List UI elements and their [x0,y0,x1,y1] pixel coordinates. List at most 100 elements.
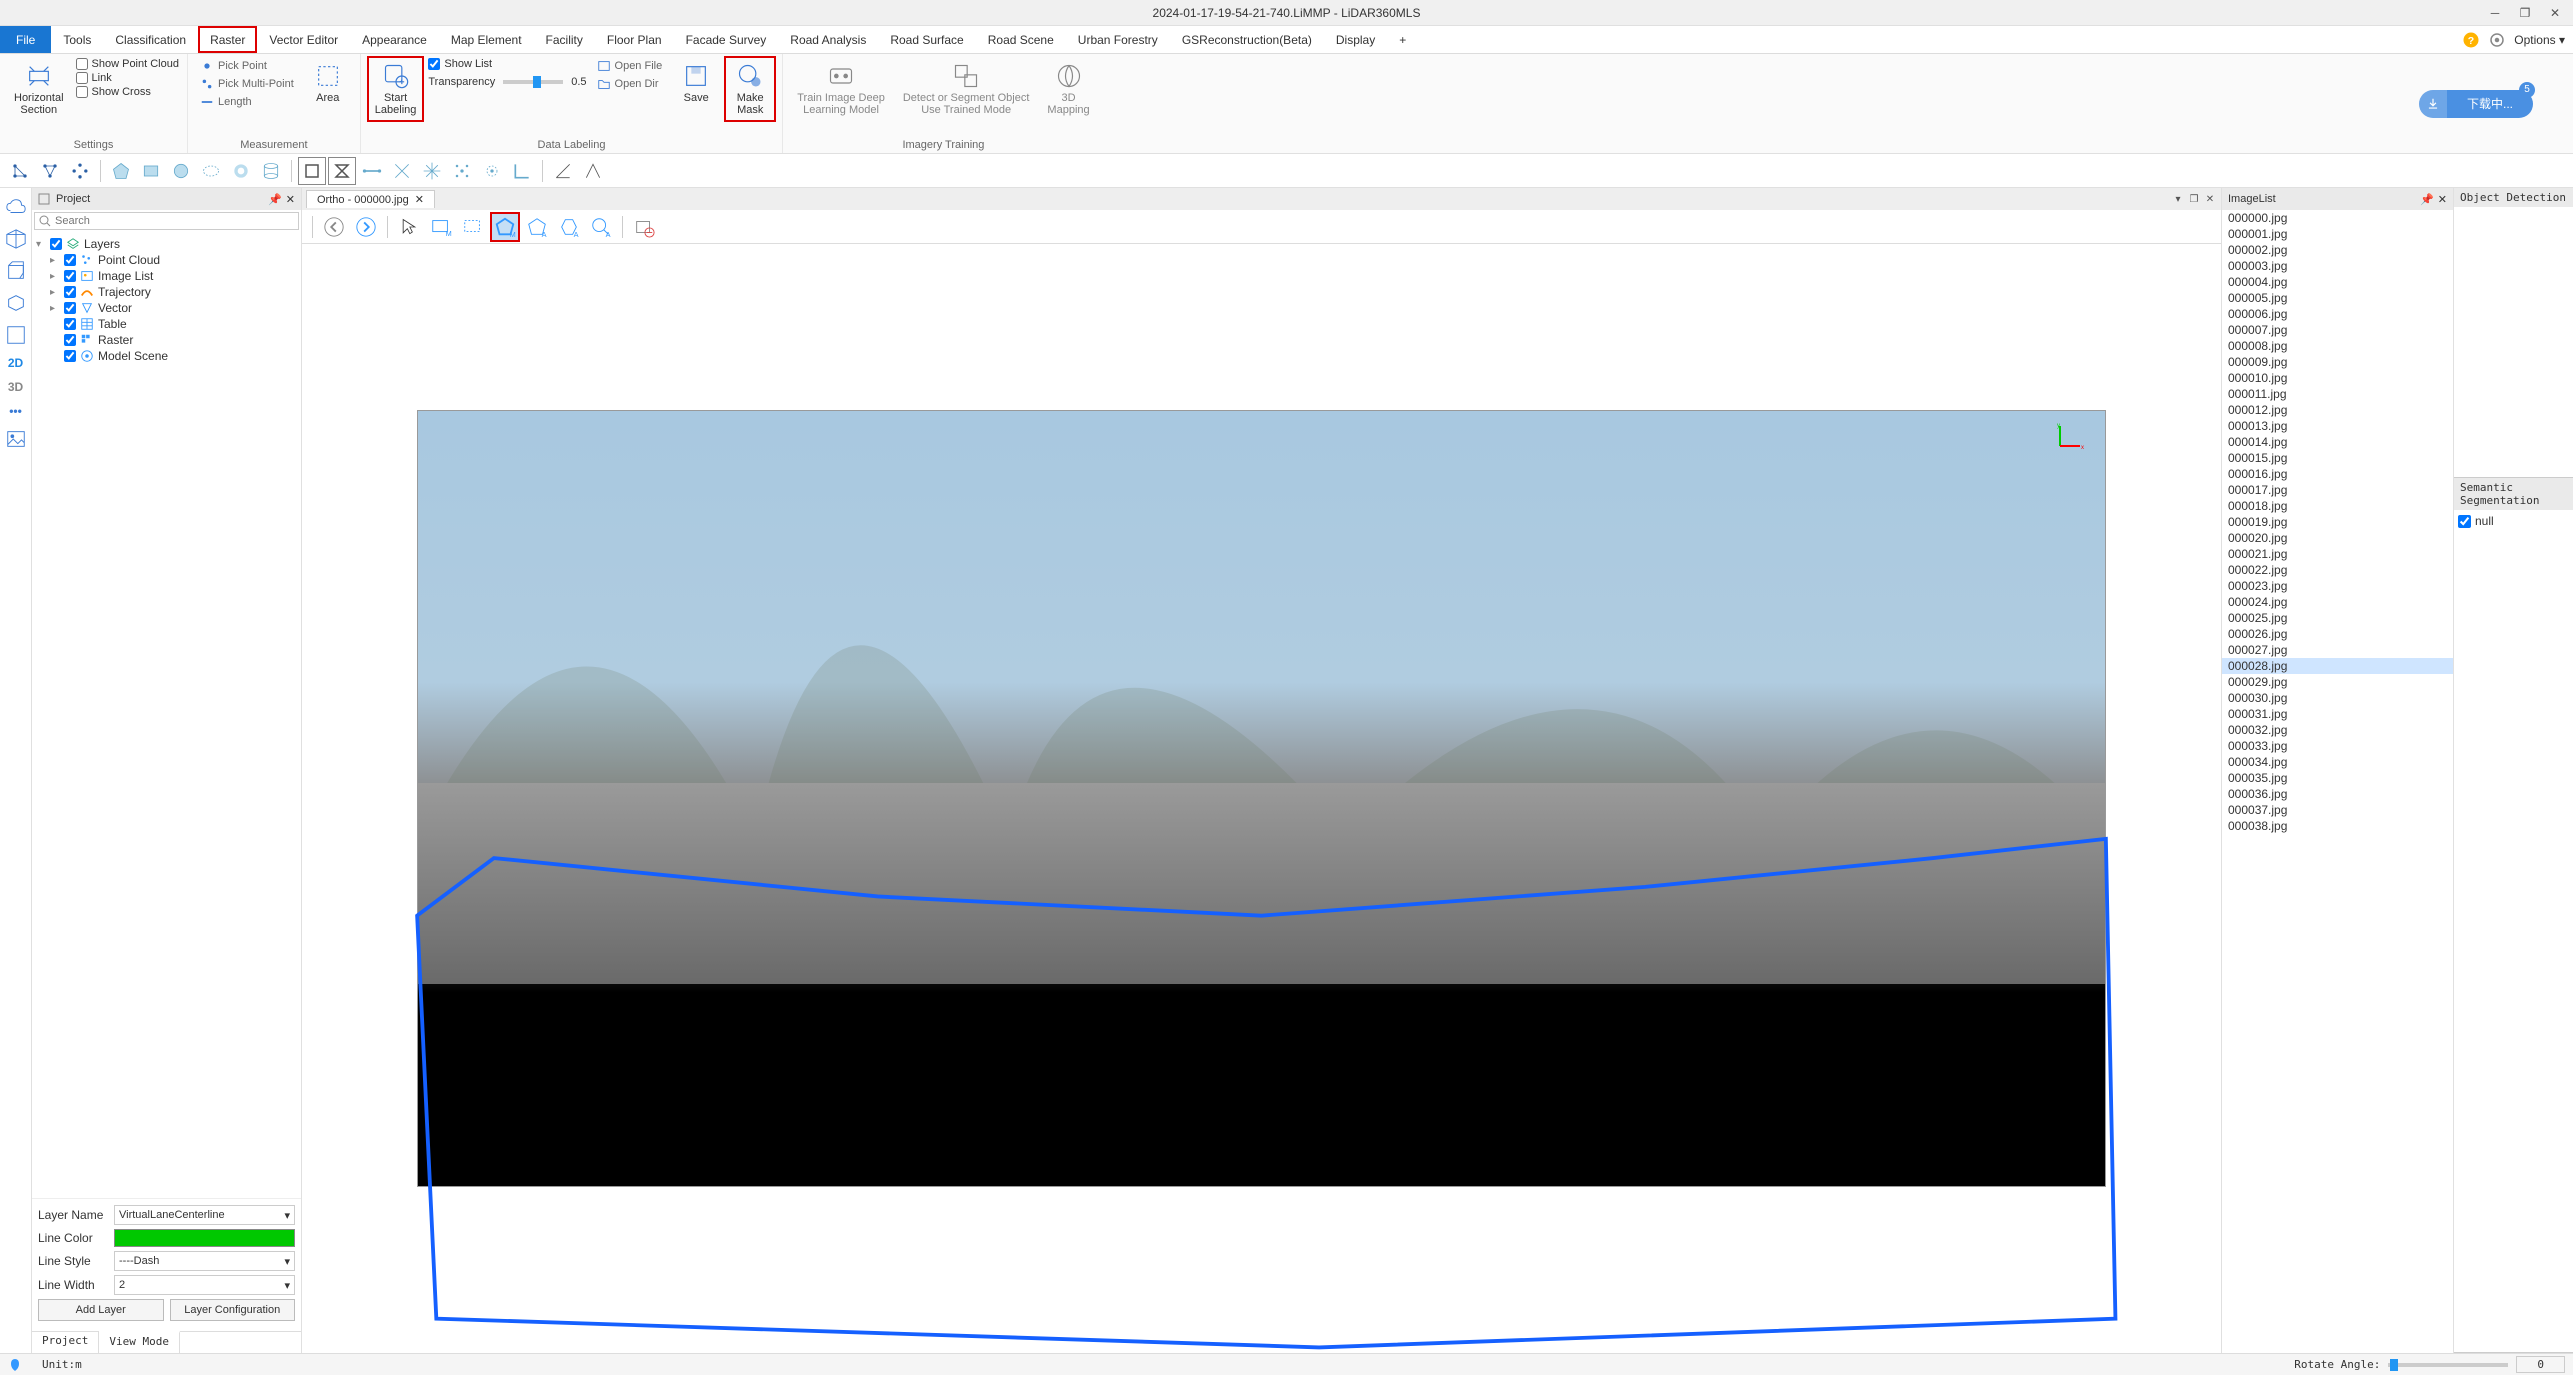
rotate-slider[interactable] [2388,1363,2508,1367]
image-list-item[interactable]: 000026.jpg [2222,626,2453,642]
rect-dash-tool[interactable] [458,212,488,242]
tab-project[interactable]: Project [32,1332,99,1353]
tree-table[interactable]: Table [98,317,127,331]
hexagon-a-tool[interactable]: A [554,212,584,242]
image-list-item[interactable]: 000010.jpg [2222,370,2453,386]
menu-floor-plan[interactable]: Floor Plan [595,26,674,53]
trajectory-checkbox[interactable] [64,286,76,298]
image-list-item[interactable]: 000012.jpg [2222,402,2453,418]
tool-graph-2[interactable] [36,157,64,185]
table-checkbox[interactable] [64,318,76,330]
tree-trajectory[interactable]: Trajectory [98,285,151,299]
delete-tool[interactable] [629,212,659,242]
menu-road-scene[interactable]: Road Scene [976,26,1066,53]
menu-appearance[interactable]: Appearance [350,26,439,53]
image-list-item[interactable]: 000007.jpg [2222,322,2453,338]
layer-config-button[interactable]: Layer Configuration [170,1299,296,1321]
leftbar-box2-icon[interactable] [5,324,27,346]
image-list-item[interactable]: 000018.jpg [2222,498,2453,514]
tree-vector[interactable]: Vector [98,301,132,315]
image-list-item[interactable]: 000003.jpg [2222,258,2453,274]
show-point-cloud-checkbox[interactable]: Show Point Cloud [76,58,179,70]
horizontal-section-button[interactable]: Horizontal Section [8,58,70,120]
leftbar-cloud-icon[interactable] [5,196,27,218]
show-list-checkbox[interactable]: Show List [428,58,586,70]
image-list-item[interactable]: 000035.jpg [2222,770,2453,786]
image-list-item[interactable]: 000034.jpg [2222,754,2453,770]
tab-close-icon[interactable]: ✕ [2203,194,2217,205]
tool-line[interactable] [358,157,386,185]
image-list-item[interactable]: 000032.jpg [2222,722,2453,738]
tool-angle-2[interactable] [579,157,607,185]
open-file-button[interactable]: Open File [593,58,667,74]
tool-cross[interactable] [388,157,416,185]
image-list-item[interactable]: 000004.jpg [2222,274,2453,290]
start-labeling-button[interactable]: Start Labeling [369,58,423,120]
transparency-slider[interactable] [503,80,563,84]
tool-ellipse-dash[interactable] [197,157,225,185]
tool-dots[interactable] [448,157,476,185]
image-list-item[interactable]: 000031.jpg [2222,706,2453,722]
tab-menu-icon[interactable]: ▾ [2171,194,2185,205]
show-cross-checkbox[interactable]: Show Cross [76,86,179,98]
tool-rect[interactable] [137,157,165,185]
pin-icon[interactable]: 📌 [268,193,282,206]
view-2d-button[interactable]: 2D [8,356,23,370]
tool-circle[interactable] [167,157,195,185]
tool-hourglass[interactable] [328,157,356,185]
link-checkbox[interactable]: Link [76,72,179,84]
menu-tools[interactable]: Tools [51,26,103,53]
image-list-item[interactable]: 000015.jpg [2222,450,2453,466]
search-box[interactable] [34,212,299,230]
leftbar-cube-icon[interactable] [5,228,27,250]
image-list-item[interactable]: 000037.jpg [2222,802,2453,818]
tab-view-mode[interactable]: View Mode [99,1331,180,1353]
close-tab-icon[interactable]: ✕ [415,193,424,206]
image-list-item[interactable]: 000020.jpg [2222,530,2453,546]
image-list-item[interactable]: 000033.jpg [2222,738,2453,754]
tree-raster[interactable]: Raster [98,333,133,347]
image-list-scroll[interactable]: 000000.jpg000001.jpg000002.jpg000003.jpg… [2222,210,2453,1353]
tool-graph-3[interactable] [66,157,94,185]
view-3d-button[interactable]: 3D [8,380,23,394]
image-viewport[interactable]: yx [302,244,2221,1353]
make-mask-button[interactable]: Make Mask [726,58,774,120]
model-scene-checkbox[interactable] [64,350,76,362]
image-list-item[interactable]: 000025.jpg [2222,610,2453,626]
image-list-item[interactable]: 000022.jpg [2222,562,2453,578]
layers-checkbox[interactable] [50,238,62,250]
image-list-item[interactable]: 000008.jpg [2222,338,2453,354]
3d-mapping-button[interactable]: 3D Mapping [1041,58,1095,120]
menu-plus[interactable]: + [1387,26,1418,53]
menu-road-surface[interactable]: Road Surface [878,26,975,53]
tree-model-scene[interactable]: Model Scene [98,349,168,363]
tool-pentagon[interactable] [107,157,135,185]
leftbar-image-icon[interactable] [5,428,27,450]
image-list-item[interactable]: 000006.jpg [2222,306,2453,322]
nav-back-button[interactable] [319,212,349,242]
tool-rect-select[interactable] [298,157,326,185]
image-list-item[interactable]: 000021.jpg [2222,546,2453,562]
train-model-button[interactable]: Train Image Deep Learning Model [791,58,891,120]
image-list-item[interactable]: 000019.jpg [2222,514,2453,530]
image-list-item[interactable]: 000017.jpg [2222,482,2453,498]
tool-disc[interactable] [227,157,255,185]
tab-float-icon[interactable]: ❐ [2187,194,2201,205]
line-style-select[interactable]: ----Dash▾ [114,1251,295,1271]
menu-display[interactable]: Display [1324,26,1387,53]
image-list-item[interactable]: 000002.jpg [2222,242,2453,258]
tool-target[interactable] [478,157,506,185]
pick-point-button[interactable]: Pick Point [196,58,298,74]
tool-star[interactable] [418,157,446,185]
image-list-item[interactable]: 000030.jpg [2222,690,2453,706]
maximize-button[interactable]: ❐ [2519,7,2531,19]
image-list-item[interactable]: 000036.jpg [2222,786,2453,802]
menu-raster[interactable]: Raster [198,26,257,53]
menu-classification[interactable]: Classification [103,26,198,53]
image-list-item[interactable]: 000013.jpg [2222,418,2453,434]
point-cloud-checkbox[interactable] [64,254,76,266]
polygon-m-tool[interactable]: M [490,212,520,242]
search-a-tool[interactable]: A [586,212,616,242]
image-list-item[interactable]: 000027.jpg [2222,642,2453,658]
leftbar-box-icon[interactable] [5,260,27,282]
